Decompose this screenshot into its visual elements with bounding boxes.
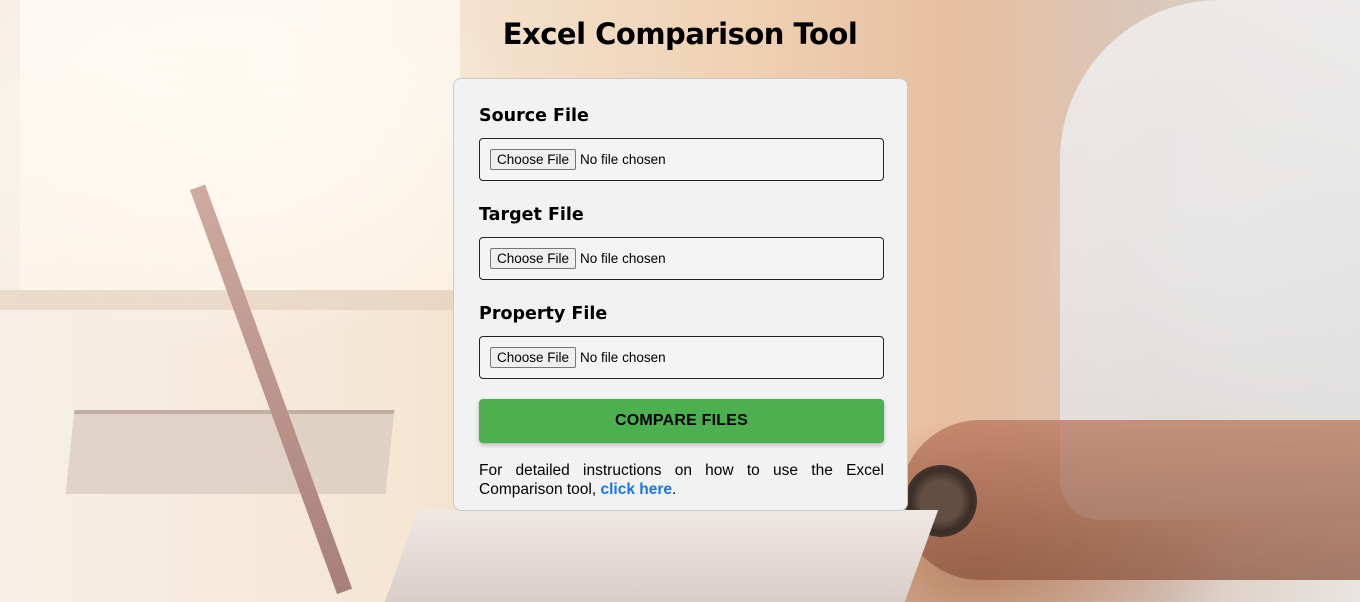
source-file-input[interactable]: Choose File No file chosen	[479, 138, 884, 181]
property-choose-file-button[interactable]: Choose File	[490, 347, 577, 368]
source-file-label: Source File	[479, 106, 589, 126]
background-laptop-keyboard	[381, 510, 939, 602]
instructions-link[interactable]: click here	[600, 481, 672, 498]
property-file-input[interactable]: Choose File No file chosen	[479, 336, 884, 379]
target-file-status: No file chosen	[580, 251, 666, 266]
target-file-input[interactable]: Choose File No file chosen	[479, 237, 884, 280]
instructions-suffix: .	[672, 481, 677, 498]
instructions-text: For detailed instructions on how to use …	[479, 461, 884, 499]
source-file-status: No file chosen	[580, 152, 666, 167]
page-title: Excel Comparison Tool	[502, 17, 858, 51]
target-choose-file-button[interactable]: Choose File	[490, 248, 577, 269]
property-file-label: Property File	[479, 304, 608, 324]
instructions-prefix: For detailed instructions on how to use …	[479, 462, 884, 498]
property-file-status: No file chosen	[580, 350, 666, 365]
background-notebook	[65, 410, 395, 494]
compare-files-button[interactable]: COMPARE FILES	[479, 399, 884, 443]
target-file-label: Target File	[479, 205, 584, 225]
page: Excel Comparison Tool Source File Choose…	[0, 0, 1360, 602]
source-choose-file-button[interactable]: Choose File	[490, 149, 577, 170]
comparison-form: Source File Choose File No file chosen T…	[453, 78, 908, 511]
